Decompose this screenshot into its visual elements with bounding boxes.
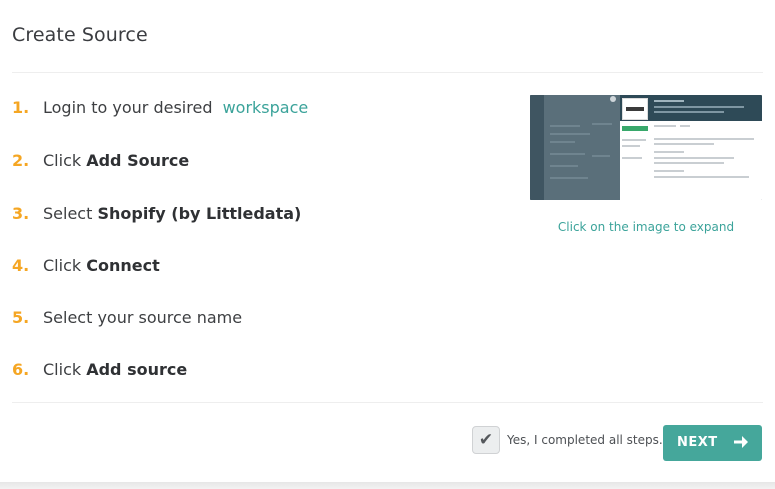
step-text-plain: Select your source name — [43, 307, 243, 327]
step-text-plain: Click — [43, 359, 87, 379]
thumbnail-line — [654, 111, 724, 113]
step-text: Click Add source — [43, 360, 187, 379]
thumbnail-line — [592, 123, 612, 125]
step-text-bold: Shopify (by Littledata) — [97, 203, 302, 223]
thumbnail-line — [550, 165, 578, 167]
thumbnail-line — [654, 138, 754, 140]
thumbnail-line — [550, 177, 588, 179]
step-text: Click Add Source — [43, 151, 189, 170]
step-6: 6. Click Add source — [12, 354, 187, 384]
thumbnail-line — [550, 153, 585, 155]
step-text: Login to your desired workspace — [43, 98, 308, 117]
step-text-bold: Add source — [86, 359, 188, 379]
step-2: 2. Click Add Source — [12, 145, 189, 175]
step-text: Select your source name — [43, 308, 242, 327]
step-text: Click Connect — [43, 256, 160, 275]
thumbnail-line — [622, 139, 646, 141]
next-button[interactable]: NEXT — [663, 425, 762, 461]
thumbnail-line — [680, 125, 690, 127]
thumbnail-close-icon — [610, 96, 616, 102]
check-icon: ✔ — [478, 429, 494, 450]
screenshot-thumbnail[interactable] — [530, 95, 762, 200]
thumbnail-line — [654, 143, 714, 145]
step-number: 1. — [12, 97, 30, 117]
step-number: 3. — [12, 203, 30, 223]
create-source-card: Create Source 1. Login to your desired w… — [0, 0, 775, 482]
thumbnail-line — [654, 125, 676, 127]
next-button-label: NEXT — [677, 435, 718, 450]
thumbnail-line — [550, 141, 575, 143]
thumbnail-line — [654, 162, 724, 164]
page-title: Create Source — [12, 24, 148, 46]
step-number: 4. — [12, 255, 30, 275]
thumbnail-line — [654, 100, 684, 102]
completion-confirmation: ✔ Yes, I completed all steps. — [472, 426, 663, 454]
header-divider — [12, 72, 763, 73]
thumbnail-line — [550, 133, 590, 135]
step-text: Select Shopify (by Littledata) — [43, 204, 301, 223]
step-number: 2. — [12, 150, 30, 170]
thumbnail-line — [592, 155, 610, 157]
step-3: 3. Select Shopify (by Littledata) — [12, 198, 301, 228]
confirm-label: Yes, I completed all steps. — [507, 433, 663, 447]
thumbnail-line — [654, 170, 684, 172]
thumbnail-button — [622, 126, 648, 131]
step-text-plain: Login to your desired — [43, 97, 218, 117]
footer-divider — [12, 402, 763, 403]
step-number: 5. — [12, 307, 30, 327]
arrow-right-icon — [734, 436, 748, 448]
thumbnail-line — [622, 157, 642, 159]
step-text-plain: Select — [43, 203, 98, 223]
step-1: 1. Login to your desired workspace — [12, 92, 308, 122]
thumbnail-line — [654, 157, 734, 159]
step-5: 5. Select your source name — [12, 302, 242, 332]
step-text-plain: Click — [43, 255, 87, 275]
page-bottom-edge — [0, 482, 775, 489]
workspace-link[interactable]: workspace — [223, 98, 309, 117]
thumbnail-sidebar — [530, 95, 544, 200]
step-number: 6. — [12, 359, 30, 379]
thumbnail-logo — [622, 98, 648, 120]
step-text-plain: Click — [43, 150, 87, 170]
step-4: 4. Click Connect — [12, 250, 160, 280]
step-text-bold: Add Source — [86, 150, 190, 170]
thumbnail-line — [550, 125, 580, 127]
step-text-bold: Connect — [86, 255, 160, 275]
thumbnail-line — [654, 106, 744, 108]
thumbnail-line — [622, 145, 640, 147]
thumbnail-line — [654, 151, 684, 153]
expand-image-caption[interactable]: Click on the image to expand — [530, 220, 762, 234]
completed-steps-checkbox[interactable]: ✔ — [472, 426, 500, 454]
thumbnail-line — [654, 176, 749, 178]
